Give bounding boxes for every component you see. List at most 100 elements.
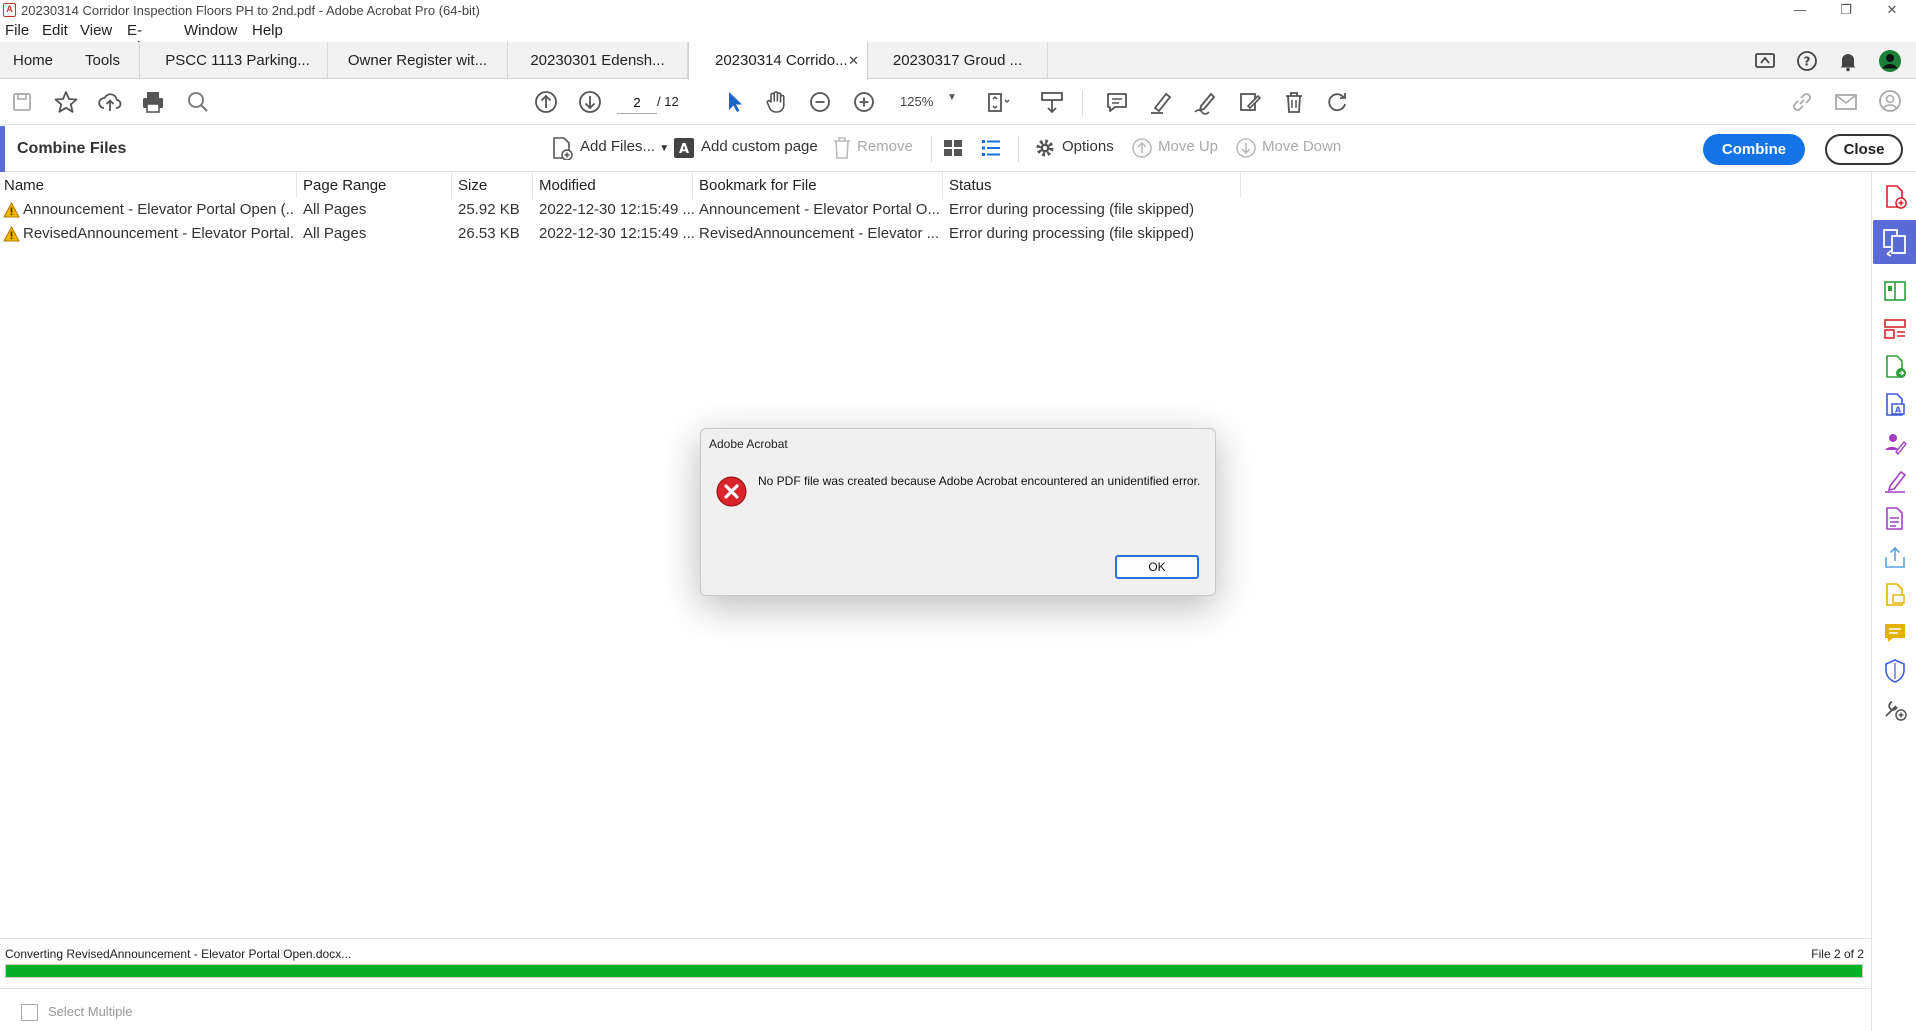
menu-file[interactable]: File (5, 22, 29, 39)
table-row[interactable]: Announcement - Elevator Portal Open (...… (0, 198, 1240, 222)
next-page-icon[interactable] (576, 88, 604, 116)
menu-help[interactable]: Help (252, 22, 283, 39)
menu-window[interactable]: Window (184, 22, 237, 39)
column-header-size[interactable]: Size (458, 177, 487, 199)
fit-page-icon[interactable] (984, 88, 1012, 116)
combine-files-header: Combine Files Add Files... ▼ A Add custo… (0, 126, 1916, 172)
add-user-icon[interactable] (1877, 88, 1905, 116)
window-title: 20230314 Corridor Inspection Floors PH t… (21, 3, 480, 18)
options-button[interactable]: Options (1062, 138, 1114, 155)
conversion-status: Converting RevisedAnnouncement - Elevato… (0, 938, 1871, 978)
cell-name: Announcement - Elevator Portal Open (... (23, 201, 293, 218)
toolbar: / 12 125% ▼ (0, 80, 1916, 125)
grid-view-icon[interactable] (942, 136, 964, 160)
menu-edit[interactable]: Edit (42, 22, 68, 39)
share-screen-icon[interactable] (1753, 49, 1777, 73)
ok-button[interactable]: OK (1115, 555, 1199, 579)
print-icon[interactable] (139, 88, 167, 116)
help-icon[interactable]: ? (1795, 49, 1819, 73)
svg-text:A: A (1895, 406, 1902, 415)
notification-bell-icon[interactable] (1836, 49, 1860, 73)
column-header-page-range[interactable]: Page Range (303, 177, 386, 199)
progress-fill (6, 965, 1862, 977)
tab-label: 20230314 Corrido... (715, 52, 848, 69)
delete-trash-icon[interactable] (1280, 88, 1308, 116)
acrobat-app-icon: A (3, 3, 16, 17)
previous-page-icon[interactable] (532, 88, 560, 116)
column-header-name[interactable]: Name (4, 177, 44, 199)
prepare-form-icon[interactable] (1882, 506, 1908, 532)
send-for-comments-icon[interactable] (1882, 582, 1908, 608)
cell-status: Error during processing (file skipped) (949, 225, 1195, 242)
zoom-level-select[interactable]: 125% (900, 94, 933, 109)
tab-home[interactable]: Home (0, 42, 66, 79)
save-icon[interactable] (8, 88, 36, 116)
tab-document-active[interactable]: 20230314 Corrido... ✕ (688, 42, 868, 80)
remove-button[interactable]: Remove (857, 138, 913, 155)
request-signature-icon[interactable] (1882, 430, 1908, 456)
cell-size: 26.53 KB (458, 225, 520, 242)
move-up-icon (1132, 138, 1152, 158)
combine-files-tool-icon[interactable] (1873, 220, 1916, 264)
scan-ocr-icon[interactable]: A (1882, 392, 1908, 418)
select-multiple-checkbox[interactable] (21, 1004, 38, 1021)
combine-button[interactable]: Combine (1703, 134, 1805, 165)
add-file-icon[interactable] (551, 136, 573, 160)
column-header-status[interactable]: Status (949, 177, 992, 199)
move-down-button[interactable]: Move Down (1262, 138, 1341, 155)
tab-tools[interactable]: Tools (66, 42, 140, 79)
move-up-button[interactable]: Move Up (1158, 138, 1218, 155)
dialog-title: Adobe Acrobat (709, 437, 788, 451)
hand-tool-icon[interactable] (762, 88, 790, 116)
tab-document[interactable]: 20230301 Edensh... (508, 42, 688, 79)
zoom-out-icon[interactable] (806, 88, 834, 116)
chevron-down-icon[interactable]: ▼ (947, 92, 957, 103)
column-header-bookmark[interactable]: Bookmark for File (699, 177, 817, 199)
edit-pdf-icon[interactable] (1235, 88, 1263, 116)
export-pdf-icon[interactable] (1882, 354, 1908, 380)
add-files-button[interactable]: Add Files... ▼ (580, 138, 669, 155)
cell-bookmark: Announcement - Elevator Portal O... (699, 201, 939, 218)
add-custom-page-button[interactable]: Add custom page (701, 138, 818, 155)
column-header-modified[interactable]: Modified (539, 177, 596, 199)
highlight-pen-icon[interactable] (1147, 88, 1175, 116)
more-tools-icon[interactable] (1882, 696, 1908, 722)
comment-tool-icon[interactable] (1882, 620, 1908, 646)
bookmark-star-icon[interactable] (52, 88, 80, 116)
upload-cloud-icon[interactable] (96, 88, 124, 116)
gear-icon[interactable] (1034, 136, 1056, 160)
footer: Select Multiple (0, 988, 1871, 1031)
tab-document[interactable]: 20230317 Groud ... (868, 42, 1048, 79)
account-avatar-icon[interactable] (1878, 49, 1902, 73)
sign-pen-icon[interactable] (1191, 88, 1219, 116)
page-number-input[interactable] (617, 92, 657, 114)
share-upload-icon[interactable] (1882, 544, 1908, 570)
search-icon[interactable] (184, 88, 212, 116)
select-cursor-icon[interactable] (720, 88, 748, 116)
edit-pdf-tool-icon[interactable] (1882, 316, 1908, 342)
cell-modified: 2022-12-30 12:15:49 ... (539, 201, 695, 218)
protect-shield-icon[interactable] (1882, 658, 1908, 684)
minimize-button[interactable]: — (1780, 0, 1820, 20)
window-close-button[interactable]: ✕ (1872, 0, 1912, 20)
custom-page-icon[interactable]: A (673, 136, 695, 160)
organize-pages-icon[interactable] (1882, 278, 1908, 304)
error-icon (716, 476, 747, 507)
restore-button[interactable]: ❐ (1826, 0, 1866, 20)
list-view-icon[interactable] (980, 136, 1002, 160)
scroll-mode-icon[interactable] (1038, 88, 1066, 116)
tab-close-icon[interactable]: ✕ (848, 42, 859, 79)
tab-document[interactable]: Owner Register wit... (328, 42, 508, 79)
table-row[interactable]: RevisedAnnouncement - Elevator Portal...… (0, 222, 1240, 246)
tab-document[interactable]: PSCC 1113 Parking... (148, 42, 328, 79)
close-button[interactable]: Close (1825, 134, 1903, 165)
comment-icon[interactable] (1103, 88, 1131, 116)
create-pdf-icon[interactable] (1882, 184, 1908, 210)
rotate-icon[interactable] (1323, 88, 1351, 116)
zoom-in-icon[interactable] (850, 88, 878, 116)
copy-link-icon[interactable] (1788, 88, 1816, 116)
fill-sign-icon[interactable] (1882, 468, 1908, 494)
menu-view[interactable]: View (80, 22, 112, 39)
cell-page-range: All Pages (303, 201, 367, 218)
email-icon[interactable] (1832, 88, 1860, 116)
